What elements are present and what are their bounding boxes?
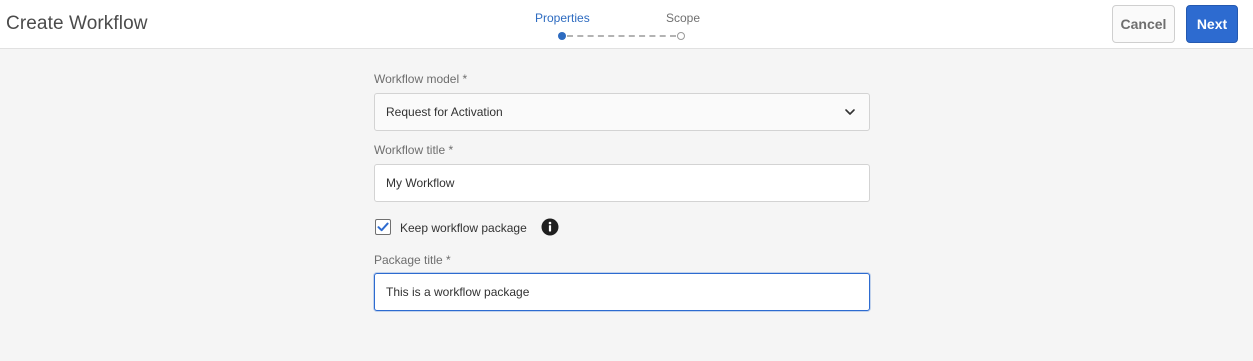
step-scope-label[interactable]: Scope [666, 11, 700, 25]
step-properties-label[interactable]: Properties [535, 11, 590, 25]
cancel-button[interactable]: Cancel [1112, 5, 1175, 43]
step-scope-dot [677, 32, 685, 40]
keep-package-label[interactable]: Keep workflow package [400, 221, 527, 235]
info-icon[interactable] [541, 218, 559, 236]
page-title: Create Workflow [6, 13, 148, 34]
wizard-stepper: Properties Scope [530, 8, 730, 44]
step-properties-dot [558, 32, 566, 40]
keep-package-checkbox[interactable] [375, 219, 391, 235]
keep-package-row: Keep workflow package [374, 218, 674, 238]
workflow-title-input[interactable] [374, 164, 870, 202]
package-title-label: Package title * [374, 253, 451, 267]
workflow-model-label: Workflow model * [374, 72, 468, 86]
package-title-input[interactable] [374, 273, 870, 311]
chevron-down-icon [845, 109, 855, 115]
workflow-model-select[interactable]: Request for Activation [374, 93, 870, 131]
checkmark-icon [377, 222, 389, 232]
next-button[interactable]: Next [1186, 5, 1238, 43]
header-bar: Create Workflow Properties Scope Cancel … [0, 0, 1253, 49]
workflow-title-label: Workflow title * [374, 143, 454, 157]
step-connector [567, 35, 676, 37]
workflow-model-value: Request for Activation [386, 105, 503, 119]
